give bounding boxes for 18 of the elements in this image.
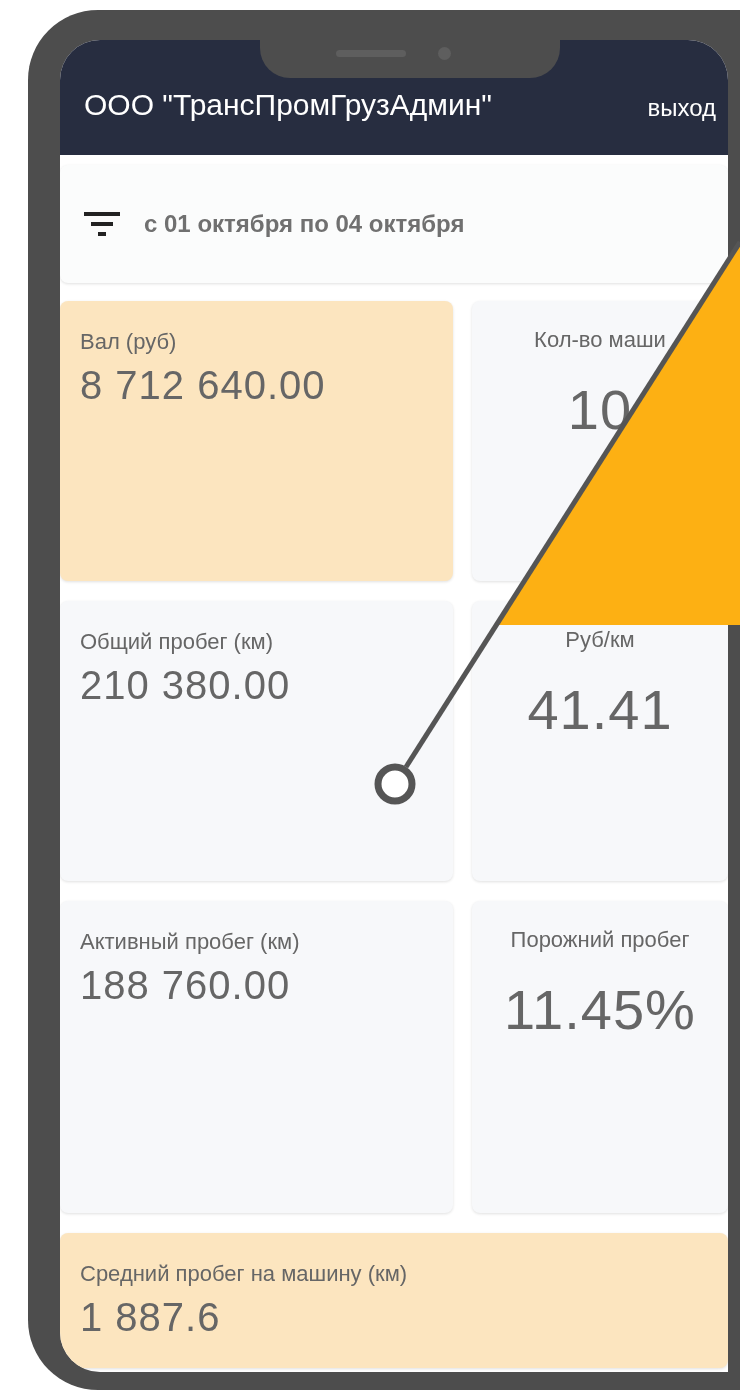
stat-label: Активный пробег (км): [80, 928, 300, 956]
logout-button[interactable]: выход: [647, 94, 716, 122]
stat-label: Вал (руб): [80, 328, 177, 356]
stat-label: Средний пробег на машину (км): [80, 1260, 408, 1288]
stat-value: 11.45%: [504, 977, 696, 1042]
stat-value: 188 760.00: [80, 963, 291, 1008]
company-title: ООО "ТрансПромГрузАдмин": [84, 88, 492, 122]
filter-icon[interactable]: [84, 211, 120, 237]
stat-value: 1 887.6: [80, 1295, 221, 1340]
stat-value: 210 380.00: [80, 663, 291, 708]
stat-label: Общий пробег (км): [80, 628, 273, 656]
filter-bar[interactable]: с 01 октября по 04 октября: [60, 165, 728, 283]
period-text: с 01 октября по 04 октября: [144, 210, 465, 238]
stat-value: 8 712 640.00: [80, 363, 326, 408]
stat-label: Руб/км: [565, 626, 635, 654]
stat-label: Кол-во маши: [534, 326, 666, 354]
stat-label: Порожний пробег: [510, 926, 690, 954]
stat-value: 41.41: [527, 677, 673, 742]
